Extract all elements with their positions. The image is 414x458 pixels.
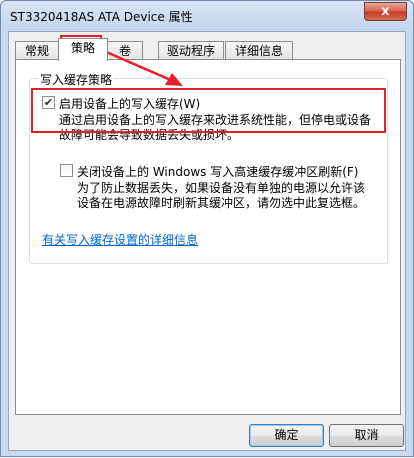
policies-panel: 写入缓存策略 ✔ 启用设备上的写入缓存(W) 通过启用设备上的写入缓存来改进系统… xyxy=(15,59,401,415)
ok-button[interactable]: 确定 xyxy=(249,424,324,447)
tab-driver[interactable]: 驱动程序 xyxy=(158,41,224,60)
enable-description-line2: 故障可能会导致数据丢失或损坏。 xyxy=(59,128,240,142)
disable-flush-description: 为了防止数据丢失，如果设备没有单独的电源以允许该 设备在电源故障时刷新其缓冲区，… xyxy=(77,181,365,211)
flush-description-line1: 为了防止数据丢失，如果设备没有单独的电源以允许该 xyxy=(77,181,366,195)
close-icon: x xyxy=(381,4,390,19)
enable-write-cache-checkbox[interactable]: ✔ xyxy=(42,96,55,109)
enable-write-cache-label[interactable]: 启用设备上的写入缓存(W) xyxy=(59,95,200,112)
enable-write-cache-description: 通过启用设备上的写入缓存来改进系统性能，但停电或设备 故障可能会导致数据丢失或损… xyxy=(59,113,371,143)
tab-details[interactable]: 详细信息 xyxy=(225,41,293,60)
dialog-client-area: 常规 策略 卷 驱动程序 详细信息 写入缓存策略 ✔ 启用设备上的写入缓存(W)… xyxy=(8,31,406,451)
flush-description-line2: 设备在电源故障时刷新其缓冲区，请勿选中此复选框。 xyxy=(77,196,366,210)
write-cache-details-link[interactable]: 有关写入缓存设置的详细信息 xyxy=(42,231,198,248)
disable-flush-checkbox[interactable] xyxy=(60,164,73,177)
title-bar[interactable]: ST3320418AS ATA Device 属性 x xyxy=(1,1,413,31)
close-button[interactable]: x xyxy=(364,2,407,21)
tab-policies[interactable]: 策略 xyxy=(58,38,108,61)
checkmark-icon: ✔ xyxy=(43,96,54,109)
disable-flush-label[interactable]: 关闭设备上的 Windows 写入高速缓存缓冲区刷新(F) xyxy=(77,163,358,180)
write-cache-group-title: 写入缓存策略 xyxy=(38,71,115,88)
properties-window: ST3320418AS ATA Device 属性 x 常规 策略 卷 驱动程序… xyxy=(0,0,414,457)
write-cache-group: 写入缓存策略 ✔ 启用设备上的写入缓存(W) 通过启用设备上的写入缓存来改进系统… xyxy=(29,71,388,264)
enable-description-line1: 通过启用设备上的写入缓存来改进系统性能，但停电或设备 xyxy=(59,113,372,127)
tab-volumes[interactable]: 卷 xyxy=(107,41,143,60)
window-title: ST3320418AS ATA Device 属性 xyxy=(10,10,193,24)
cancel-button[interactable]: 取消 xyxy=(329,424,404,447)
tab-general[interactable]: 常规 xyxy=(15,41,59,60)
